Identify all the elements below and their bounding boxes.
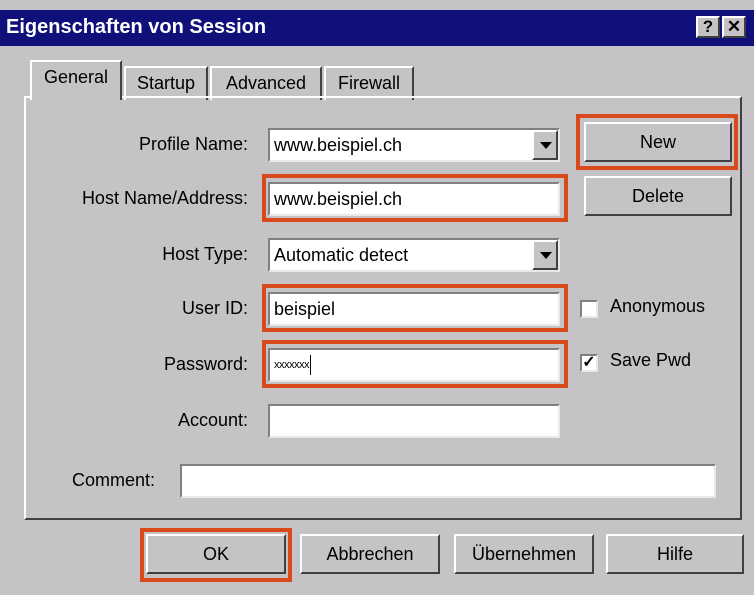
text-caret xyxy=(310,355,311,376)
profile-name-label: Profile Name: xyxy=(138,134,248,154)
chevron-down-icon xyxy=(540,142,552,149)
host-name-input[interactable]: www.beispiel.ch xyxy=(268,182,560,216)
password-value: xxxxxxx xyxy=(274,359,310,371)
checkmark-icon: ✓ xyxy=(582,354,596,371)
host-type-dropdown-button[interactable] xyxy=(532,240,558,270)
host-type-value: Automatic detect xyxy=(274,245,409,265)
anonymous-checkbox[interactable] xyxy=(580,300,598,318)
help-footer-button[interactable]: Hilfe xyxy=(606,534,744,574)
profile-name-dropdown-button[interactable] xyxy=(532,130,558,160)
apply-button[interactable]: Übernehmen xyxy=(454,534,594,574)
cancel-button[interactable]: Abbrechen xyxy=(300,534,440,574)
chevron-down-icon xyxy=(540,252,552,259)
host-name-value: www.beispiel.ch xyxy=(274,189,403,209)
anonymous-label[interactable]: Anonymous xyxy=(610,296,705,317)
account-input[interactable] xyxy=(268,404,560,438)
user-id-input[interactable]: beispiel xyxy=(268,292,560,326)
user-id-label: User ID: xyxy=(181,298,248,318)
tab-general[interactable]: General xyxy=(30,60,122,100)
comment-label: Comment: xyxy=(72,470,156,490)
new-button[interactable]: New xyxy=(584,122,732,162)
user-id-value: beispiel xyxy=(274,299,336,319)
help-button[interactable]: ? xyxy=(696,16,720,38)
profile-name-value: www.beispiel.ch xyxy=(274,135,403,155)
tab-startup[interactable]: Startup xyxy=(124,66,208,100)
host-name-label: Host Name/Address: xyxy=(81,188,248,208)
properties-dialog: Eigenschaften von Session ? ✕ General St… xyxy=(0,0,754,595)
title-bar: Eigenschaften von Session ? ✕ xyxy=(0,10,754,46)
save-pwd-label[interactable]: Save Pwd xyxy=(610,350,691,371)
window-title: Eigenschaften von Session xyxy=(6,16,267,38)
comment-input[interactable] xyxy=(180,464,716,498)
host-type-dropdown[interactable]: Automatic detect xyxy=(268,238,560,272)
close-button[interactable]: ✕ xyxy=(722,16,746,38)
password-label: Password: xyxy=(163,354,248,374)
ok-button[interactable]: OK xyxy=(146,534,286,574)
account-label: Account: xyxy=(177,410,248,430)
delete-button[interactable]: Delete xyxy=(584,176,732,216)
host-type-label: Host Type: xyxy=(162,244,248,264)
tab-firewall[interactable]: Firewall xyxy=(324,66,414,100)
password-input[interactable]: xxxxxxx xyxy=(268,348,560,382)
profile-name-dropdown[interactable]: www.beispiel.ch xyxy=(268,128,560,162)
save-pwd-checkbox[interactable]: ✓ xyxy=(580,354,598,372)
tab-advanced[interactable]: Advanced xyxy=(210,66,322,100)
